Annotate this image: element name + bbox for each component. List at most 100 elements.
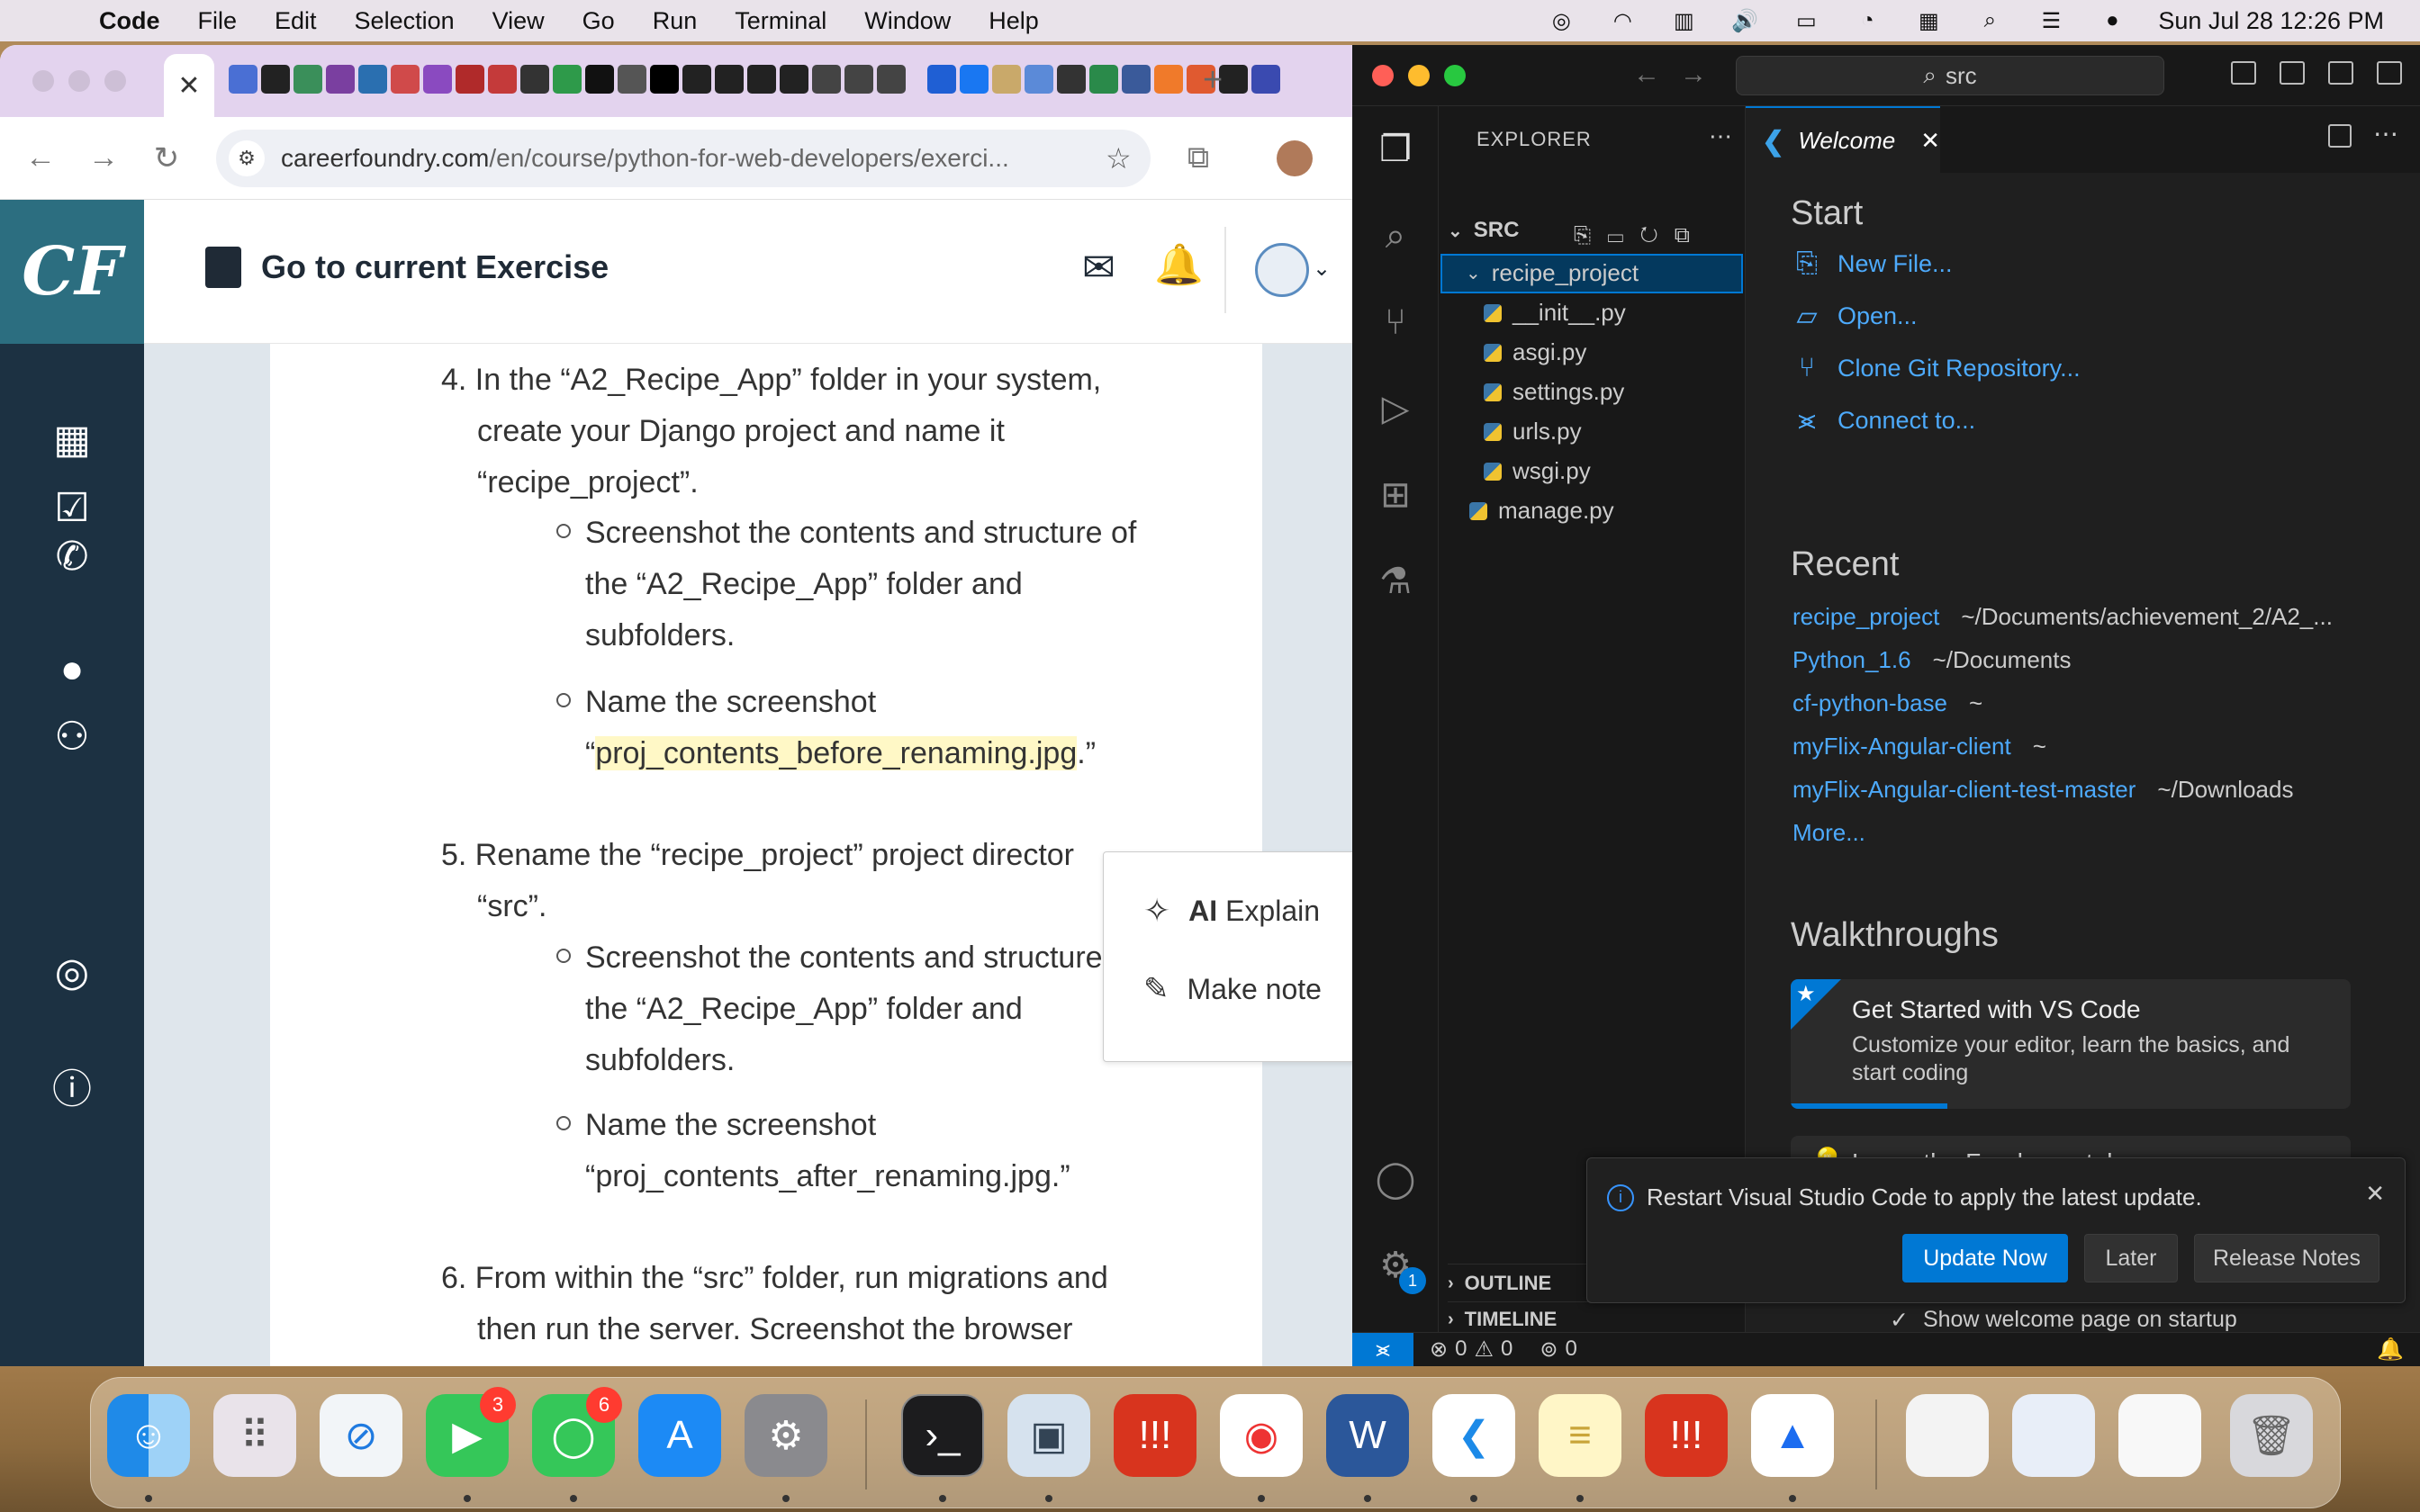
extensions-icon[interactable]: ⧉ <box>1176 135 1221 180</box>
tab-favicon[interactable] <box>1122 65 1151 94</box>
tab-favicon[interactable] <box>747 65 776 94</box>
remote-indicator-icon[interactable]: ⪤ <box>1352 1332 1413 1366</box>
close-icon[interactable]: ✕ <box>2365 1180 2385 1208</box>
more-actions-icon[interactable]: ⋯ <box>2373 119 2398 148</box>
menu-file[interactable]: File <box>198 7 238 35</box>
calendar-icon[interactable]: ▦ <box>1913 9 1944 33</box>
tab-favicon[interactable] <box>682 65 711 94</box>
problems-indicator[interactable]: ⊗ 0 ⚠ 0 <box>1430 1336 1512 1363</box>
file-wsgi-py[interactable]: wsgi.py <box>1484 457 1591 485</box>
later-button[interactable]: Later <box>2084 1234 2178 1282</box>
split-editor-icon[interactable] <box>2328 124 2352 148</box>
menubar-clock[interactable]: Sun Jul 28 12:26 PM <box>2158 7 2384 35</box>
url-text[interactable]: careerfoundry.com/en/course/python-for-w… <box>281 144 1106 173</box>
toggle-secondary-sidebar-icon[interactable] <box>2328 61 2353 85</box>
tab-favicon[interactable] <box>927 65 956 94</box>
tab-close-icon[interactable]: ✕ <box>177 70 200 102</box>
facetime-icon[interactable]: ▶ 3 <box>426 1387 516 1477</box>
explorer-files-icon[interactable]: ❐ <box>1374 128 1417 171</box>
ports-indicator[interactable]: ⊚ 0 <box>1540 1336 1576 1363</box>
info-icon[interactable]: ⓘ <box>36 1049 108 1121</box>
source-control-icon[interactable]: ⑂ <box>1374 301 1417 344</box>
menu-selection[interactable]: Selection <box>355 7 455 35</box>
tab-favicon[interactable] <box>585 65 614 94</box>
vscode-icon[interactable]: ❮ <box>1432 1394 1515 1477</box>
tab-favicon[interactable] <box>650 65 679 94</box>
launchpad-icon[interactable]: ⠿ <box>213 1394 296 1477</box>
back-arrow-icon[interactable]: ← <box>18 136 63 181</box>
accounts-icon[interactable]: ◯ <box>1374 1157 1417 1201</box>
creative-cloud-icon[interactable]: ◎ <box>1546 9 1576 33</box>
tab-favicon[interactable] <box>488 65 517 94</box>
file-init-py[interactable]: __init__.py <box>1484 299 1626 327</box>
recent-name[interactable]: recipe_project <box>1792 603 1939 631</box>
istat-icon[interactable]: !!! <box>1645 1394 1728 1477</box>
more-recent-link[interactable]: More... <box>1792 819 1865 847</box>
tab-favicon[interactable] <box>1219 65 1248 94</box>
walkthrough-get-started[interactable]: ★ Get Started with VS Code Customize you… <box>1791 979 2351 1109</box>
new-file-icon[interactable]: ⎘ <box>1574 223 1607 248</box>
connect-to-link[interactable]: ⪤ Connect to... <box>1791 405 1975 436</box>
tab-favicon[interactable] <box>456 65 484 94</box>
release-notes-button[interactable]: Release Notes <box>2194 1234 2379 1282</box>
menu-view[interactable]: View <box>492 7 545 35</box>
community-icon[interactable]: ● <box>36 634 108 706</box>
recent-name[interactable]: myFlix-Angular-client-test-master <box>1792 776 2136 804</box>
recent-document-thumbnail[interactable] <box>2118 1394 2201 1477</box>
show-welcome-checkbox-row[interactable]: ✓ Show welcome page on startup <box>1890 1307 2237 1332</box>
siri-icon[interactable]: ● <box>2097 8 2127 32</box>
make-note-button[interactable]: ✎ Make note <box>1143 971 1322 1007</box>
tab-favicon[interactable] <box>326 65 355 94</box>
zoom-window-icon[interactable] <box>104 70 126 92</box>
minimize-window-icon[interactable] <box>1408 64 1430 86</box>
tab-favicon[interactable] <box>780 65 808 94</box>
tab-favicon[interactable] <box>358 65 387 94</box>
tab-favicon[interactable] <box>1251 65 1280 94</box>
volume-icon[interactable]: 🔊 <box>1729 9 1760 33</box>
open-link[interactable]: ▱ Open... <box>1791 301 1917 332</box>
forward-arrow-icon[interactable]: → <box>1680 59 1707 90</box>
wifi-icon[interactable]: ◔ <box>1852 8 1883 32</box>
menu-run[interactable]: Run <box>653 7 698 35</box>
control-center-icon[interactable]: ☰ <box>2036 9 2066 33</box>
back-arrow-icon[interactable]: ← <box>1633 59 1660 90</box>
folder-recipe-project[interactable]: ⌄ recipe_project <box>1466 259 1639 287</box>
tab-favicon[interactable] <box>293 65 322 94</box>
tab-favicon[interactable] <box>715 65 744 94</box>
reload-icon[interactable]: ↻ <box>144 136 189 181</box>
chrome-icon[interactable]: ◉ <box>1220 1394 1303 1477</box>
phone-icon[interactable]: ✆ <box>36 520 108 592</box>
menu-go[interactable]: Go <box>582 7 615 35</box>
recent-name[interactable]: Python_1.6 <box>1792 646 1911 674</box>
cf-logo[interactable]: CF <box>0 200 144 344</box>
active-tab[interactable]: ✕ <box>164 54 214 117</box>
file-manage-py[interactable]: manage.py <box>1469 497 1614 525</box>
recent-name[interactable]: cf-python-base <box>1792 689 1947 717</box>
tab-favicon[interactable] <box>960 65 989 94</box>
tab-favicon[interactable] <box>877 65 906 94</box>
explorer-root-src[interactable]: ⌄ SRC <box>1448 218 1519 243</box>
notifications-bell-icon[interactable]: 🔔 <box>1154 241 1204 288</box>
tab-favicon[interactable] <box>391 65 420 94</box>
dashboard-icon[interactable]: ▦ <box>36 403 108 475</box>
user-avatar[interactable] <box>1255 243 1309 297</box>
file-asgi-py[interactable]: asgi.py <box>1484 338 1586 366</box>
highlighted-filename[interactable]: proj_contents_before_renaming.jpg <box>595 736 1078 770</box>
tab-favicon[interactable] <box>261 65 290 94</box>
recent-item[interactable]: myFlix-Angular-client ~ <box>1792 733 2046 760</box>
address-bar[interactable]: ⚙ careerfoundry.com/en/course/python-for… <box>216 130 1151 187</box>
update-now-button[interactable]: Update Now <box>1902 1234 2068 1282</box>
speed-icon[interactable]: ◠ <box>1607 9 1638 33</box>
menu-help[interactable]: Help <box>989 7 1039 35</box>
recent-item[interactable]: myFlix-Angular-client-test-master ~/Down… <box>1792 776 2293 804</box>
tab-favicon[interactable] <box>1089 65 1118 94</box>
recent-item[interactable]: cf-python-base ~ <box>1792 689 1982 717</box>
toggle-sidebar-icon[interactable] <box>2231 61 2256 85</box>
battery-icon[interactable]: ▭ <box>1791 9 1821 33</box>
more-actions-icon[interactable]: ⋯ <box>1709 122 1732 150</box>
recent-item[interactable]: recipe_project ~/Documents/achievement_2… <box>1792 603 2333 631</box>
recent-item[interactable]: Python_1.6 ~/Documents <box>1792 646 2071 674</box>
menu-app-name[interactable]: Code <box>99 7 160 35</box>
tab-favicon[interactable] <box>618 65 646 94</box>
preview-icon[interactable]: ▣ <box>1007 1394 1090 1477</box>
